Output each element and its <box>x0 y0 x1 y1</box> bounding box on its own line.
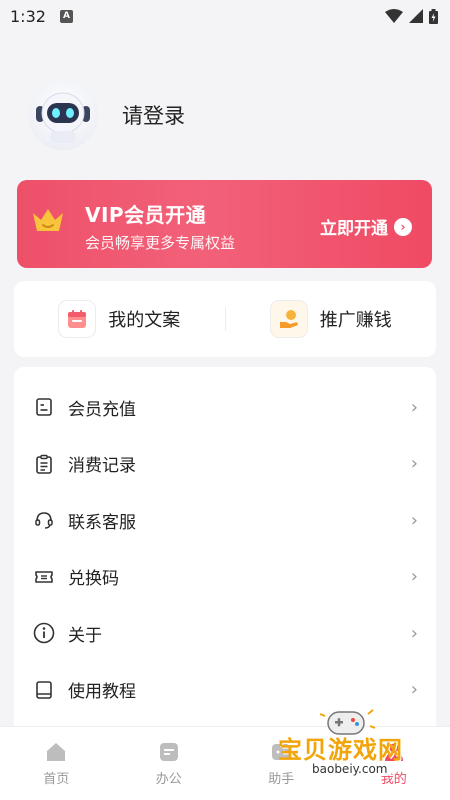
quick-action-my-copy[interactable]: 我的文案 <box>14 300 225 338</box>
menu-label: 联系客服 <box>68 512 136 533</box>
money-hand-icon <box>269 300 308 338</box>
tab-profile[interactable]: 我的 <box>338 727 450 800</box>
status-indicators <box>385 8 438 24</box>
avatar[interactable] <box>28 80 98 150</box>
chevron-right-icon: › <box>410 679 418 701</box>
chevron-right-icon: › <box>410 622 418 644</box>
chevron-right-icon: › <box>410 396 418 418</box>
menu-item-member-recharge[interactable]: 会员充值 › <box>14 379 436 436</box>
status-time: 1:32 <box>10 6 46 26</box>
notification-icon: A <box>59 9 73 23</box>
tab-label: 我的 <box>380 772 407 787</box>
book-icon <box>32 678 56 702</box>
info-icon <box>32 621 56 645</box>
calendar-icon <box>58 300 97 338</box>
tab-label: 首页 <box>43 772 70 787</box>
profile-icon <box>384 743 403 761</box>
menu-item-tutorial[interactable]: 使用教程 › <box>14 662 436 719</box>
login-prompt[interactable]: 请登录 <box>122 100 185 130</box>
menu-label: 使用教程 <box>68 682 136 703</box>
chevron-right-icon: › <box>410 453 418 475</box>
vip-open-label: 立即开通 <box>320 219 388 239</box>
vip-title: VIP会员开通 <box>85 203 207 227</box>
battery-icon <box>429 8 438 24</box>
home-icon <box>47 743 66 761</box>
tab-home[interactable]: 首页 <box>0 727 113 800</box>
menu-item-consumption-records[interactable]: 消费记录 › <box>14 436 436 493</box>
vip-subtitle: 会员畅享更多专属权益 <box>85 234 236 252</box>
wifi-icon <box>385 9 403 23</box>
robot-avatar-icon <box>36 92 90 143</box>
quick-action-promote-earn[interactable]: 推广赚钱 <box>226 300 437 338</box>
menu-label: 关于 <box>68 625 102 646</box>
clipboard-icon <box>32 452 56 476</box>
menu-label: 会员充值 <box>68 399 136 420</box>
vip-banner[interactable]: VIP会员开通 会员畅享更多专属权益 立即开通 › <box>17 180 432 268</box>
menu-label: 兑换码 <box>68 569 119 590</box>
menu-item-customer-service[interactable]: 联系客服 › <box>14 492 436 549</box>
document-icon <box>32 395 56 419</box>
signal-icon <box>409 9 423 23</box>
menu-label: 消费记录 <box>68 456 136 477</box>
chevron-right-icon: › <box>410 566 418 588</box>
tab-label: 办公 <box>155 772 182 787</box>
menu-item-about[interactable]: 关于 › <box>14 605 436 662</box>
tab-label: 助手 <box>268 772 295 787</box>
status-bar: 1:32 A <box>0 0 450 32</box>
menu-item-redeem-code[interactable]: 兑换码 › <box>14 549 436 606</box>
tab-office[interactable]: 办公 <box>113 727 226 800</box>
quick-action-label: 我的文案 <box>108 310 181 331</box>
crown-icon <box>33 209 63 231</box>
chevron-right-icon: › <box>410 509 418 531</box>
quick-actions: 我的文案 推广赚钱 <box>14 281 436 357</box>
assistant-icon <box>272 744 291 760</box>
chevron-right-circle-icon: › <box>394 217 412 236</box>
quick-action-label: 推广赚钱 <box>319 310 392 331</box>
menu-list: 会员充值 › 消费记录 › 联系客服 › 兑换码 › 关于 › 使用教程 › <box>14 367 436 737</box>
profile-header[interactable]: 请登录 <box>28 80 185 150</box>
tab-assistant[interactable]: 助手 <box>225 727 338 800</box>
ticket-icon <box>32 565 56 589</box>
vip-open-button[interactable]: 立即开通 › <box>320 214 412 239</box>
bottom-nav: 首页 办公 助手 我的 <box>0 726 450 800</box>
headset-icon <box>32 508 56 532</box>
office-icon <box>159 743 178 761</box>
